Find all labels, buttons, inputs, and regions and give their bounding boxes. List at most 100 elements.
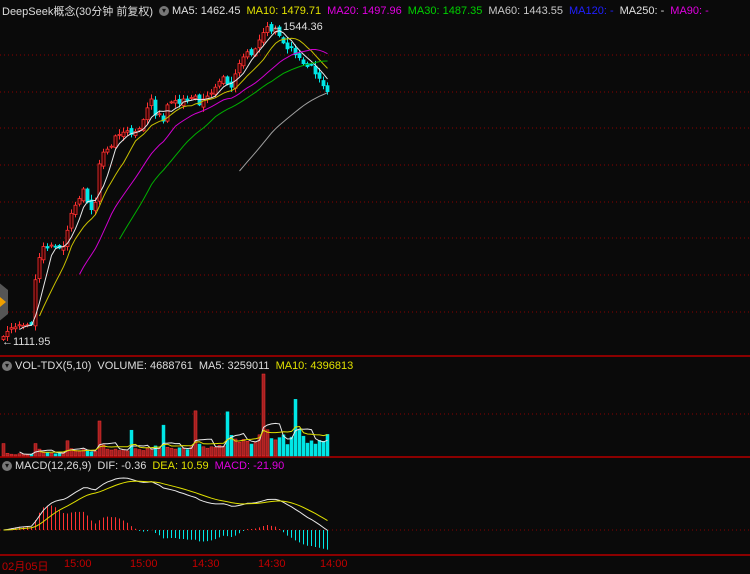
volume-bar — [177, 447, 182, 457]
volume-bar — [269, 438, 274, 457]
volume-bar — [213, 446, 218, 457]
candle-body — [13, 326, 18, 330]
candle-body — [193, 95, 198, 100]
candle-body — [237, 63, 242, 74]
volume-bar — [261, 373, 266, 457]
volume-bar — [237, 441, 242, 457]
volume-bar — [25, 454, 30, 457]
candle-body — [289, 46, 294, 49]
candle-body — [53, 245, 58, 248]
volume-bar — [117, 450, 122, 457]
volume-bar — [73, 450, 78, 457]
candle-body — [77, 198, 82, 205]
volume-bar — [65, 440, 70, 457]
volume-bar — [289, 436, 294, 457]
candle-body — [309, 63, 314, 66]
volume-bar — [149, 448, 154, 457]
volume-bar — [49, 452, 54, 457]
volume-bar — [37, 448, 42, 457]
volume-bar — [273, 439, 278, 457]
volume-bar — [173, 448, 178, 457]
candle-body — [137, 128, 142, 131]
candle-body — [169, 101, 174, 104]
high-price-label: ←1544.36 — [272, 21, 323, 33]
volume-bar — [17, 453, 22, 457]
candle-body — [45, 246, 50, 249]
volume-bar — [305, 442, 310, 457]
volume-bar — [281, 434, 286, 457]
candle-body — [261, 32, 266, 43]
volume-bar — [277, 437, 282, 457]
candle-body — [301, 59, 306, 64]
volume-bar — [161, 424, 166, 457]
volume-bar — [141, 450, 146, 457]
candle-body — [245, 51, 250, 58]
volume-bar — [265, 429, 270, 457]
candle-body — [285, 42, 290, 50]
candle-body — [125, 130, 130, 133]
volume-bar — [325, 434, 330, 457]
volume-bar — [285, 444, 290, 457]
kline-chart[interactable]: ←1544.36 ←1111.95 — [0, 0, 750, 556]
volume-bar — [321, 441, 326, 457]
candle-body — [37, 257, 42, 280]
candle-body — [321, 80, 326, 87]
candle-body — [85, 188, 90, 203]
volume-bar — [181, 447, 186, 457]
dif-line — [3, 477, 328, 531]
volume-bar — [185, 449, 190, 457]
candle-body — [81, 188, 86, 202]
volume-bar — [113, 448, 118, 457]
candle-body — [149, 98, 154, 107]
volume-bar — [97, 420, 102, 457]
candle-body — [257, 39, 262, 49]
volume-bar — [225, 411, 230, 457]
ma20-line — [79, 49, 328, 275]
candle-body — [225, 76, 230, 85]
time-axis: 02月05日 15:00 15:00 14:30 14:30 14:00 — [0, 556, 750, 574]
volume-bar — [297, 429, 302, 457]
volume-bar — [209, 446, 214, 457]
volume-bar — [121, 449, 126, 457]
candle-body — [249, 49, 254, 56]
volume-bar — [313, 443, 318, 457]
candle-body — [313, 65, 318, 75]
volume-bar — [201, 446, 206, 457]
volume-bar — [165, 446, 170, 457]
candle-body — [105, 148, 110, 153]
candle-body — [73, 204, 78, 215]
candle-body — [325, 85, 330, 93]
volume-bar — [53, 453, 58, 457]
volume-bar — [137, 449, 142, 457]
candle-body — [117, 133, 122, 136]
volume-bar — [309, 440, 314, 457]
volume-bar — [145, 447, 150, 457]
ma10-line — [39, 37, 328, 317]
volume-bar — [197, 443, 202, 457]
volume-bar — [1, 443, 6, 457]
candle-body — [9, 327, 14, 330]
ma5-line — [19, 30, 328, 330]
volume-bar — [77, 451, 82, 457]
candle-body — [121, 131, 126, 138]
candle-body — [93, 201, 98, 212]
candle-body — [241, 56, 246, 67]
candle-body — [265, 26, 270, 33]
candle-body — [297, 53, 302, 59]
volume-bar — [45, 452, 50, 457]
time-tick: 14:30 — [192, 558, 220, 570]
volume-bar — [169, 447, 174, 457]
time-tick: 15:00 — [130, 558, 158, 570]
candle-body — [69, 212, 74, 229]
candle-body — [281, 37, 286, 44]
candle-body — [177, 98, 182, 104]
time-tick: 14:30 — [258, 558, 286, 570]
volume-bar — [133, 448, 138, 457]
candle-body — [49, 244, 54, 247]
volume-bar — [125, 450, 130, 457]
candle-body — [217, 80, 222, 87]
candle-body — [209, 92, 214, 95]
volume-bar — [205, 447, 210, 457]
volume-bar — [129, 429, 134, 457]
candle-body — [41, 246, 46, 261]
